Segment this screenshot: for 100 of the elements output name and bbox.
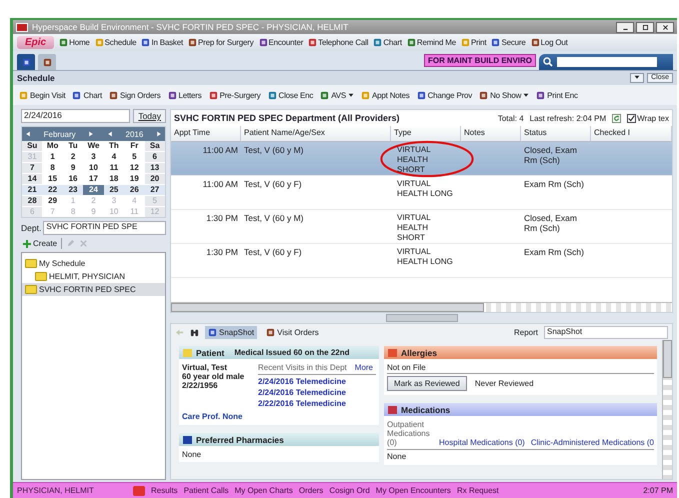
status-bar-link[interactable]: Rx Request <box>456 486 499 495</box>
calendar-day[interactable]: 24 <box>83 185 104 195</box>
report-tab[interactable]: Visit Orders <box>263 326 322 338</box>
department-field[interactable]: SVHC FORTIN PED SPE <box>43 221 166 235</box>
calendar-day[interactable]: 4 <box>104 152 124 162</box>
toolbar-button[interactable]: Remind Me <box>406 38 456 47</box>
status-bar-link[interactable]: Patient Calls <box>184 486 229 495</box>
action-button[interactable]: Begin Visit <box>19 90 66 100</box>
tree-item[interactable]: HELMIT, PHYSICIAN <box>22 270 165 283</box>
column-header[interactable]: Notes <box>461 126 521 141</box>
action-button[interactable]: Pre-Surgery <box>208 90 261 100</box>
next-year-button[interactable] <box>156 131 162 137</box>
calendar-day[interactable]: 2 <box>62 152 84 162</box>
action-button[interactable]: AVS <box>320 90 354 100</box>
calendar-day[interactable]: 19 <box>124 174 145 184</box>
workspace-tab[interactable] <box>38 54 56 70</box>
status-bar-link[interactable]: Results <box>151 486 178 495</box>
action-button[interactable]: Letters <box>168 90 202 100</box>
report-tab[interactable]: SnapShot <box>205 326 258 338</box>
calendar-day[interactable]: 21 <box>22 185 42 195</box>
calendar-day[interactable]: 12 <box>124 163 145 173</box>
toolbar-button[interactable]: Schedule <box>94 38 136 47</box>
workspace-tab[interactable] <box>17 54 35 70</box>
calendar-day[interactable]: 7 <box>22 163 42 173</box>
toolbar-button[interactable]: Home <box>59 38 90 47</box>
toolbar-button[interactable]: Log Out <box>530 38 568 47</box>
action-button[interactable]: Change Prov <box>416 90 472 100</box>
today-button[interactable]: Today <box>133 109 166 123</box>
column-header[interactable]: Status <box>521 126 591 141</box>
toolbar-button[interactable]: In Basket <box>141 38 183 47</box>
date-field[interactable]: 2/24/2016 <box>21 109 130 123</box>
column-header[interactable]: Patient Name/Age/Sex <box>241 126 391 141</box>
report-field[interactable]: SnapShot <box>544 326 668 338</box>
action-button[interactable]: Appt Notes <box>361 90 410 100</box>
visit-link[interactable]: 2/22/2016 Telemedicine <box>258 399 376 408</box>
next-month-button[interactable] <box>88 131 94 137</box>
calendar-day[interactable]: 22 <box>42 185 63 195</box>
action-button[interactable]: Sign Orders <box>109 90 161 100</box>
column-header[interactable]: Checked I <box>591 126 672 141</box>
refresh-button[interactable] <box>612 114 622 122</box>
vertical-scrollbar[interactable] <box>662 340 672 479</box>
status-bar-link[interactable]: My Open Encounters <box>376 486 451 495</box>
calendar-day[interactable]: 25 <box>104 185 124 195</box>
appointment-row[interactable]: 11:00 AM Test, V (60 y M) VIRTUAL HEALTH SHORT Closed, Exam Rm (Sch) <box>171 142 672 176</box>
calendar-day[interactable]: 1 <box>42 152 63 162</box>
calendar-day[interactable]: 27 <box>144 185 165 195</box>
toolbar-button[interactable]: Prep for Surgery <box>188 38 254 47</box>
calendar-day[interactable]: 5 <box>124 152 145 162</box>
calendar-day[interactable]: 9 <box>62 163 84 173</box>
visit-link[interactable]: 2/24/2016 Telemedicine <box>258 377 376 386</box>
previous-year-button[interactable] <box>106 131 113 137</box>
medications-link[interactable]: Clinic-Administered Medications (0 <box>530 438 654 447</box>
maximize-button[interactable] <box>636 22 654 32</box>
calendar-day[interactable]: 26 <box>124 185 145 195</box>
toolbar-button[interactable]: Telephone Call <box>308 38 368 47</box>
visit-link[interactable]: 2/24/2016 Telemedicine <box>258 388 376 397</box>
calendar-day[interactable]: 20 <box>144 174 165 184</box>
medications-link[interactable]: Hospital Medications (0) <box>439 438 525 447</box>
calendar-day[interactable]: 18 <box>104 174 124 184</box>
toolbar-button[interactable]: Print <box>461 38 486 47</box>
action-button[interactable]: Chart <box>72 90 102 100</box>
mark-reviewed-button[interactable]: Mark as Reviewed <box>387 376 467 391</box>
splitter-handle[interactable] <box>386 314 458 322</box>
action-button[interactable]: No Show <box>479 90 530 100</box>
calendar-day[interactable]: 3 <box>83 152 104 162</box>
calendar-day[interactable]: 13 <box>144 163 165 173</box>
calendar-day[interactable]: 23 <box>62 185 84 195</box>
options-button[interactable] <box>630 73 644 83</box>
create-button[interactable]: Create <box>23 239 58 248</box>
appointment-row[interactable]: 1:30 PM Test, V (60 y M) VIRTUAL HEALTH SHORT Closed, Exam Rm (Sch) <box>171 210 672 244</box>
action-button[interactable]: Close Enc <box>268 90 314 100</box>
calendar-day[interactable]: 15 <box>42 174 63 184</box>
calendar-day[interactable]: 11 <box>104 163 124 173</box>
tree-item[interactable]: SVHC FORTIN PED SPEC <box>22 283 165 296</box>
calendar-day[interactable]: 16 <box>62 174 84 184</box>
more-link[interactable]: More <box>354 363 374 372</box>
tree-item[interactable]: My Schedule <box>22 257 165 270</box>
appointment-row[interactable]: 11:00 AM Test, V (60 y F) VIRTUAL HEALTH LONG Exam Rm (Sch) <box>171 176 672 210</box>
action-button[interactable]: Print Enc <box>536 90 578 100</box>
calendar-day[interactable]: 28 <box>22 196 42 206</box>
calendar-day[interactable]: 6 <box>144 152 165 162</box>
wrap-text-checkbox[interactable]: Wrap tex <box>627 114 669 122</box>
calendar-day[interactable]: 17 <box>83 174 104 184</box>
toolbar-button[interactable]: Encounter <box>258 38 304 47</box>
toolbar-button[interactable]: Chart <box>373 38 402 47</box>
calendar-day[interactable]: 29 <box>42 196 63 206</box>
column-header[interactable]: Type <box>391 126 461 141</box>
close-button[interactable] <box>656 22 674 32</box>
care-team-link[interactable]: Care Prof. None <box>182 412 252 421</box>
calendar-day[interactable]: 10 <box>83 163 104 173</box>
calendar-day[interactable]: 8 <box>42 163 63 173</box>
status-bar-link[interactable]: Orders <box>298 486 324 495</box>
appointment-row[interactable]: 1:30 PM Test, V (60 y F) VIRTUAL HEALTH LONG Exam Rm (Sch) <box>171 244 672 278</box>
status-bar-link[interactable]: Cosign Ord <box>329 486 370 495</box>
search-field[interactable] <box>539 54 673 70</box>
status-bar-link[interactable]: My Open Charts <box>234 486 293 495</box>
previous-month-button[interactable] <box>25 131 31 137</box>
column-header[interactable]: Appt Time <box>171 126 241 141</box>
toolbar-button[interactable]: Secure <box>491 38 526 47</box>
minimize-button[interactable] <box>616 22 634 32</box>
